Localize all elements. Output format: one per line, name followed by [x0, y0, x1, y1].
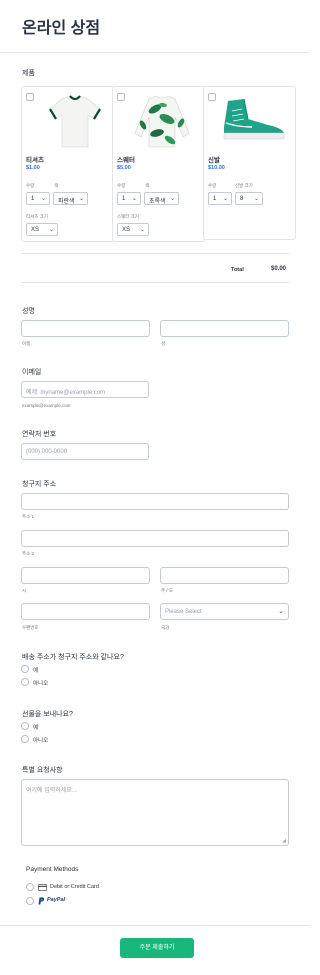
phone-label: 연락처 번호 — [22, 431, 57, 438]
color-select[interactable]: 초록색 ⌄ — [144, 192, 179, 205]
product-checkbox[interactable] — [26, 93, 34, 101]
quantity-label: 수량 — [26, 183, 35, 188]
state-input[interactable] — [160, 567, 289, 584]
chevron-down-icon: ⌄ — [253, 196, 259, 202]
country-select[interactable]: Please Select ⌄ — [160, 603, 289, 620]
product-card-sweater[interactable]: 스웨터 $5.00 수량 색 1 ⌄ 초록색 ⌄ 스웨터 크기 XS ⌄ — [112, 86, 205, 242]
chevron-down-icon: ⌄ — [169, 196, 175, 202]
color-label: 색 — [54, 183, 59, 188]
products-label: 제품 — [22, 70, 35, 77]
zip-input[interactable] — [21, 603, 150, 620]
phone-input[interactable]: (000) 000-0000 — [21, 443, 149, 460]
product-checkbox[interactable] — [208, 93, 216, 101]
email-sublabel: example@example.com — [22, 403, 71, 408]
address-line1-input[interactable] — [21, 493, 289, 510]
email-label: 이메일 — [22, 369, 42, 376]
chevron-down-icon: ⌄ — [78, 196, 84, 202]
shipping-same-no-label: 아니오 — [33, 681, 49, 687]
last-name-input[interactable] — [160, 320, 289, 337]
quantity-select[interactable]: 1 ⌄ — [208, 192, 232, 205]
email-input[interactable]: 예제: myname@example.com — [21, 381, 149, 398]
shipping-same-no-radio[interactable] — [21, 678, 29, 686]
size-select[interactable]: XS ⌄ — [26, 223, 58, 236]
payment-card-label: Debit or Credit Card — [50, 884, 99, 890]
tshirt-image — [49, 95, 101, 148]
chevron-down-icon: ⌄ — [131, 196, 137, 202]
size-label: 티셔츠 크기 — [26, 214, 48, 219]
first-name-sublabel: 이름 — [22, 341, 31, 346]
gift-no-label: 아니오 — [33, 738, 49, 744]
last-name-sublabel: 성 — [161, 341, 166, 346]
chevron-down-icon: ⌄ — [48, 227, 54, 233]
product-price: $1.00 — [26, 165, 40, 171]
gift-no-radio[interactable] — [21, 735, 29, 743]
footer-divider — [0, 925, 310, 926]
chevron-down-icon: ⌄ — [222, 196, 228, 202]
city-sublabel: 시 — [22, 588, 27, 593]
product-card-tshirt[interactable]: 티셔츠 $1.00 수량 색 1 ⌄ 파란색 ⌄ 티셔츠 크기 XS ⌄ — [21, 86, 114, 242]
billing-label: 청구지 주소 — [22, 481, 57, 488]
shipping-same-yes-radio[interactable] — [21, 665, 29, 673]
gift-yes-label: 예 — [33, 725, 39, 731]
product-price: $5.00 — [117, 165, 131, 171]
product-name: 스웨터 — [117, 157, 135, 164]
state-sublabel: 주 / 도 — [161, 588, 174, 593]
first-name-input[interactable] — [21, 320, 150, 337]
submit-order-button[interactable]: 주문 제출하기 — [120, 938, 194, 958]
shipping-same-yes-label: 예 — [33, 668, 39, 674]
chevron-down-icon: ⌄ — [278, 608, 284, 615]
shoe-size-select[interactable]: 8 ⌄ — [235, 192, 263, 205]
total-label: Total — [231, 267, 244, 273]
shoe-size-label: 신발 크기 — [235, 183, 253, 188]
size-select[interactable]: XS ⌄ — [117, 223, 149, 236]
resize-handle-icon[interactable]: ◢ — [282, 838, 286, 844]
total-divider — [21, 282, 289, 283]
product-price: $10.00 — [208, 165, 225, 171]
gift-question: 선물을 보내나요? — [22, 711, 73, 718]
address-line1-sublabel: 주소 1 — [22, 514, 35, 519]
total-value: $0.00 — [271, 266, 287, 272]
payment-paypal-radio[interactable] — [26, 897, 34, 905]
size-label: 스웨터 크기 — [117, 214, 139, 219]
name-label: 성명 — [22, 308, 35, 315]
chevron-down-icon: ⌄ — [40, 196, 46, 202]
page-title: 온라인 상점 — [22, 20, 101, 37]
address-line2-sublabel: 주소 2 — [22, 551, 35, 556]
shoe-image — [223, 98, 285, 140]
shipping-same-question: 배송 주소가 청구지 주소와 같나요? — [22, 654, 124, 661]
city-input[interactable] — [21, 567, 150, 584]
quantity-label: 수량 — [208, 183, 217, 188]
chevron-down-icon: ⌄ — [139, 227, 145, 233]
sweater-image — [134, 95, 190, 148]
gift-yes-radio[interactable] — [21, 722, 29, 730]
special-requests-label: 특별 요청사항 — [22, 767, 63, 774]
product-name: 티셔츠 — [26, 157, 44, 164]
payment-card-radio[interactable] — [26, 883, 34, 891]
product-checkbox[interactable] — [117, 93, 125, 101]
country-sublabel: 국가 — [161, 625, 170, 630]
quantity-select[interactable]: 1 ⌄ — [117, 192, 141, 205]
credit-card-icon — [38, 884, 47, 891]
product-name: 신발 — [208, 157, 220, 164]
header-divider — [0, 52, 310, 53]
color-select[interactable]: 파란색 ⌄ — [53, 192, 88, 205]
product-card-shoes[interactable]: 신발 $10.00 수량 신발 크기 1 ⌄ 8 ⌄ — [203, 86, 296, 240]
quantity-label: 수량 — [117, 183, 126, 188]
products-divider — [21, 253, 289, 254]
special-requests-textarea[interactable]: 여기에 입력하세요... ◢ — [21, 779, 289, 846]
paypal-icon — [38, 897, 45, 905]
color-label: 색 — [145, 183, 150, 188]
quantity-select[interactable]: 1 ⌄ — [26, 192, 50, 205]
payment-methods-label: Payment Methods — [26, 866, 79, 873]
zip-sublabel: 우편번호 — [22, 625, 39, 630]
address-line2-input[interactable] — [21, 530, 289, 547]
paypal-logo-text: PayPal — [47, 897, 66, 903]
